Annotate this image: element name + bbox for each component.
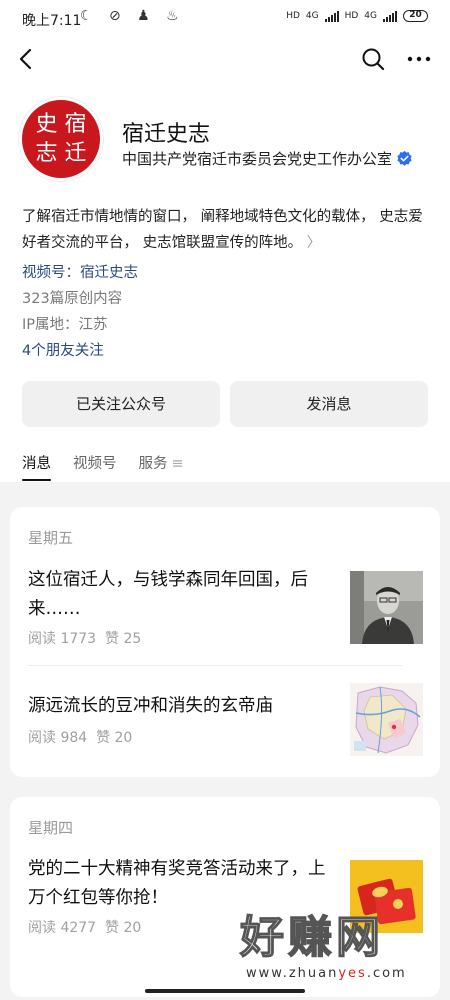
seal-char: 宿 xyxy=(64,112,87,137)
day-label: 星期五 xyxy=(28,529,74,547)
status-time: 晚上7:11 xyxy=(22,13,82,29)
network-label: 4G xyxy=(364,11,377,21)
article-title[interactable]: 党的二十大精神有奖竞答活动来了，上万个红包等你抢！ xyxy=(28,855,328,913)
article-title[interactable]: 这位宿迁人，与钱学森同年回国，后来…… xyxy=(28,566,328,624)
signal-icon xyxy=(383,10,397,22)
day-label: 星期四 xyxy=(28,819,74,837)
article-stats: 阅读 1773 赞 25 xyxy=(28,628,141,648)
watermark-logo: 好赚网 www.zhuanyes.com xyxy=(239,911,440,992)
status-bar: 晚上7:11 ☾ ⊘ ♟ ♨ HD 4G HD 4G 20 xyxy=(0,0,450,40)
hd-badge: HD xyxy=(286,11,300,21)
like-count: 赞 25 xyxy=(105,631,142,647)
profile-tabs: 消息 视频号 服务 ≡ xyxy=(22,452,184,481)
video-channel-link[interactable]: 视频号：宿迁史志 xyxy=(22,261,138,282)
battery-icon: 20 xyxy=(403,10,428,22)
seal-logo: 史 宿 志 迁 xyxy=(22,100,100,178)
signal-icon xyxy=(324,10,339,22)
more-dots-icon xyxy=(407,56,431,62)
menu-lines-icon: ≡ xyxy=(171,456,184,472)
article-stats: 阅读 984 赞 20 xyxy=(28,727,132,747)
send-message-button[interactable]: 发消息 xyxy=(230,381,428,427)
message-group-card: 星期五 这位宿迁人，与钱学森同年回国，后来…… 阅读 1773 赞 25 源远流… xyxy=(10,507,440,777)
watermark-url: www.zhuanyes.com xyxy=(246,966,407,981)
seal-char: 迁 xyxy=(64,141,87,166)
article-thumbnail[interactable] xyxy=(350,571,423,644)
followed-button[interactable]: 已关注公众号 xyxy=(22,381,220,427)
organization-name: 中国共产党宿迁市委员会党史工作办公室 xyxy=(122,150,393,168)
hd-badge: HD xyxy=(344,11,359,21)
original-count: 323篇原创内容 xyxy=(22,291,123,307)
article-title[interactable]: 源远流长的豆冲和消失的玄帝庙 xyxy=(28,692,328,721)
seal-char: 志 xyxy=(35,141,58,166)
tab-services[interactable]: 服务 ≡ xyxy=(139,452,184,481)
description-text: 了解宿迁市情地情的窗口， 阐释地域特色文化的载体， 史志爱好者交流的平台， 史志… xyxy=(22,209,423,251)
tab-messages[interactable]: 消息 xyxy=(22,452,51,481)
account-description[interactable]: 了解宿迁市情地情的窗口， 阐释地域特色文化的载体， 史志爱好者交流的平台， 史志… xyxy=(22,204,432,256)
back-button[interactable] xyxy=(14,46,40,72)
seal-char: 史 xyxy=(35,112,58,137)
status-notification-icons: ☾ ⊘ ♟ ♨ xyxy=(80,8,185,24)
portrait-photo-image xyxy=(350,571,423,644)
search-icon xyxy=(362,48,385,71)
account-organization[interactable]: 中国共产党宿迁市委员会党史工作办公室 xyxy=(122,148,413,169)
watermark-text: 好赚网 xyxy=(239,911,384,963)
tab-video-channel[interactable]: 视频号 xyxy=(73,452,117,481)
friends-following-link[interactable]: 4个朋友关注 xyxy=(22,339,104,360)
verified-icon xyxy=(397,150,412,166)
account-avatar[interactable]: 史 宿 志 迁 xyxy=(18,96,104,182)
article-thumbnail[interactable] xyxy=(350,683,423,756)
ip-location: IP属地：江苏 xyxy=(22,317,108,333)
tab-services-label: 服务 xyxy=(138,456,168,472)
account-name: 宿迁史志 xyxy=(122,122,211,147)
like-count: 赞 20 xyxy=(96,730,133,746)
search-button[interactable] xyxy=(360,46,386,72)
home-indicator[interactable] xyxy=(145,989,305,993)
map-image xyxy=(350,683,423,756)
read-count: 阅读 984 xyxy=(28,730,88,746)
more-button[interactable] xyxy=(404,46,434,72)
read-count: 阅读 1773 xyxy=(28,631,97,647)
chevron-right-icon: 〉 xyxy=(306,235,321,251)
network-label: 4G xyxy=(305,11,319,21)
divider xyxy=(28,665,402,666)
article-stats: 阅读 4277 赞 20 xyxy=(28,917,141,937)
chevron-left-icon xyxy=(19,48,32,70)
read-count: 阅读 4277 xyxy=(28,920,97,936)
like-count: 赞 20 xyxy=(105,920,142,936)
